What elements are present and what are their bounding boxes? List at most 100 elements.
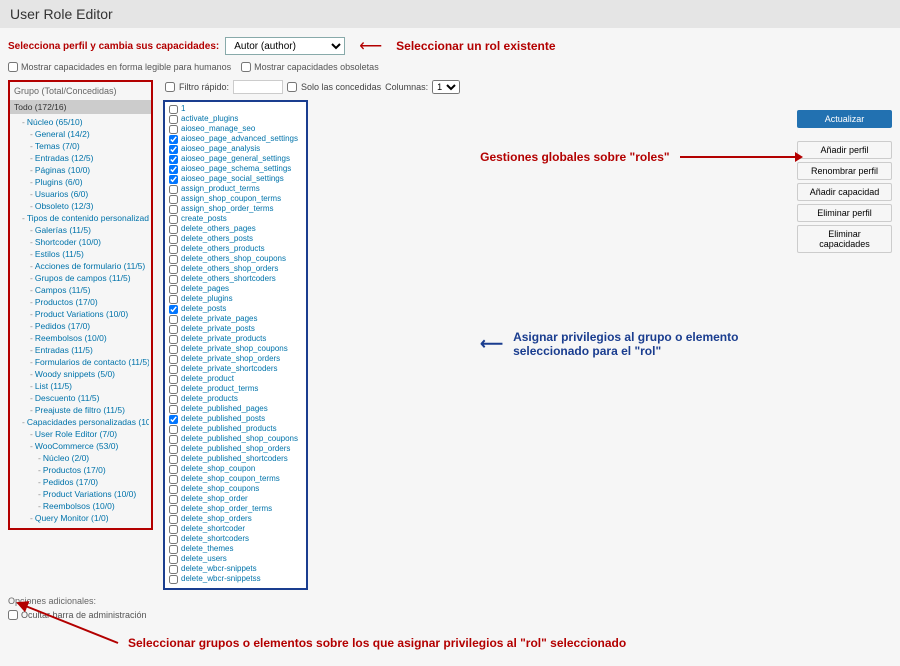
capability-row[interactable]: delete_products	[169, 394, 302, 404]
capability-row[interactable]: create_posts	[169, 214, 302, 224]
capability-checkbox[interactable]	[169, 435, 178, 444]
capability-row[interactable]: delete_product_terms	[169, 384, 302, 394]
group-item[interactable]: -Temas (7/0)	[14, 140, 149, 152]
group-item[interactable]: -Acciones de formulario (11/5)	[14, 260, 149, 272]
quick-filter-input[interactable]	[233, 80, 283, 94]
capability-row[interactable]: delete_plugins	[169, 294, 302, 304]
capability-row[interactable]: delete_product	[169, 374, 302, 384]
capability-row[interactable]: delete_private_shop_orders	[169, 354, 302, 364]
capability-row[interactable]: activate_plugins	[169, 114, 302, 124]
hide-admin-bar-toggle[interactable]: Ocultar barra de administración	[8, 610, 892, 620]
group-item[interactable]: -Productos (17/0)	[14, 296, 149, 308]
group-item[interactable]: -Plugins (6/0)	[14, 176, 149, 188]
group-item[interactable]: -Grupos de campos (11/5)	[14, 272, 149, 284]
capability-row[interactable]: delete_published_shop_coupons	[169, 434, 302, 444]
capability-row[interactable]: delete_others_products	[169, 244, 302, 254]
capability-row[interactable]: delete_shortcoders	[169, 534, 302, 544]
capability-checkbox[interactable]	[169, 265, 178, 274]
capability-row[interactable]: delete_private_pages	[169, 314, 302, 324]
group-item[interactable]: -Preajuste de filtro (11/5)	[14, 404, 149, 416]
capability-row[interactable]: delete_shop_coupon	[169, 464, 302, 474]
group-item[interactable]: -Núcleo (65/10)	[14, 116, 149, 128]
capability-checkbox[interactable]	[169, 285, 178, 294]
capability-checkbox[interactable]	[169, 315, 178, 324]
delete-role-button[interactable]: Eliminar perfil	[797, 204, 892, 222]
add-cap-button[interactable]: Añadir capacidad	[797, 183, 892, 201]
capability-row[interactable]: delete_published_shortcoders	[169, 454, 302, 464]
group-item[interactable]: -WooCommerce (53/0)	[14, 440, 149, 452]
capability-row[interactable]: assign_product_terms	[169, 184, 302, 194]
group-item[interactable]: -Usuarios (6/0)	[14, 188, 149, 200]
capability-checkbox[interactable]	[169, 385, 178, 394]
group-item[interactable]: -Tipos de contenido personalizados (53/5…	[14, 212, 149, 224]
group-item[interactable]: -Product Variations (10/0)	[14, 488, 149, 500]
only-granted-toggle[interactable]	[287, 82, 297, 92]
capability-row[interactable]: aioseo_page_general_settings	[169, 154, 302, 164]
capability-row[interactable]: delete_shop_order_terms	[169, 504, 302, 514]
group-item[interactable]: -Productos (17/0)	[14, 464, 149, 476]
capability-checkbox[interactable]	[169, 495, 178, 504]
group-item[interactable]: -Product Variations (10/0)	[14, 308, 149, 320]
capability-checkbox[interactable]	[169, 185, 178, 194]
capability-checkbox[interactable]	[169, 395, 178, 404]
group-item[interactable]: -Pedidos (17/0)	[14, 320, 149, 332]
group-item[interactable]: -Entradas (12/5)	[14, 152, 149, 164]
capability-row[interactable]: delete_shop_coupon_terms	[169, 474, 302, 484]
capability-row[interactable]: delete_private_shortcoders	[169, 364, 302, 374]
capability-row[interactable]: aioseo_page_schema_settings	[169, 164, 302, 174]
group-item[interactable]: -Galerías (11/5)	[14, 224, 149, 236]
capability-checkbox[interactable]	[169, 215, 178, 224]
capability-row[interactable]: aioseo_manage_seo	[169, 124, 302, 134]
capability-row[interactable]: assign_shop_order_terms	[169, 204, 302, 214]
group-item[interactable]: -Woody snippets (5/0)	[14, 368, 149, 380]
capability-checkbox[interactable]	[169, 105, 178, 114]
add-role-button[interactable]: Añadir perfil	[797, 141, 892, 159]
group-item[interactable]: -Formularios de contacto (11/5)	[14, 356, 149, 368]
capability-checkbox[interactable]	[169, 405, 178, 414]
capability-checkbox[interactable]	[169, 555, 178, 564]
group-item[interactable]: -Entradas (11/5)	[14, 344, 149, 356]
capability-row[interactable]: delete_others_pages	[169, 224, 302, 234]
capability-row[interactable]: delete_others_posts	[169, 234, 302, 244]
columns-select[interactable]: 1	[432, 80, 460, 94]
capability-checkbox[interactable]	[169, 525, 178, 534]
capability-checkbox[interactable]	[169, 295, 178, 304]
capability-checkbox[interactable]	[169, 415, 178, 424]
capability-row[interactable]: delete_wbcr-snippetss	[169, 574, 302, 584]
capability-row[interactable]: delete_shop_orders	[169, 514, 302, 524]
capability-checkbox[interactable]	[169, 155, 178, 164]
capability-row[interactable]: delete_private_posts	[169, 324, 302, 334]
capability-row[interactable]: delete_published_posts	[169, 414, 302, 424]
capability-row[interactable]: 1	[169, 104, 302, 114]
capability-checkbox[interactable]	[169, 175, 178, 184]
capability-row[interactable]: delete_themes	[169, 544, 302, 554]
delete-caps-button[interactable]: Eliminar capacidades	[797, 225, 892, 253]
capability-row[interactable]: assign_shop_coupon_terms	[169, 194, 302, 204]
group-item[interactable]: -Campos (11/5)	[14, 284, 149, 296]
capability-checkbox[interactable]	[169, 455, 178, 464]
group-item[interactable]: -List (11/5)	[14, 380, 149, 392]
capability-row[interactable]: delete_posts	[169, 304, 302, 314]
capability-checkbox[interactable]	[169, 305, 178, 314]
capability-row[interactable]: aioseo_page_advanced_settings	[169, 134, 302, 144]
group-item[interactable]: -Query Monitor (1/0)	[14, 512, 149, 524]
capability-checkbox[interactable]	[169, 465, 178, 474]
capability-checkbox[interactable]	[169, 475, 178, 484]
group-item[interactable]: -Reembolsos (10/0)	[14, 332, 149, 344]
update-button[interactable]: Actualizar	[797, 110, 892, 128]
capability-checkbox[interactable]	[169, 565, 178, 574]
capability-checkbox[interactable]	[169, 425, 178, 434]
group-item[interactable]: -Shortcoder (10/0)	[14, 236, 149, 248]
capability-row[interactable]: delete_published_pages	[169, 404, 302, 414]
capability-row[interactable]: aioseo_page_social_settings	[169, 174, 302, 184]
capability-checkbox[interactable]	[169, 125, 178, 134]
capability-row[interactable]: delete_others_shop_orders	[169, 264, 302, 274]
group-item[interactable]: -Núcleo (2/0)	[14, 452, 149, 464]
group-item[interactable]: -General (14/2)	[14, 128, 149, 140]
capability-checkbox[interactable]	[169, 355, 178, 364]
capability-row[interactable]: delete_private_shop_coupons	[169, 344, 302, 354]
capability-checkbox[interactable]	[169, 485, 178, 494]
capability-checkbox[interactable]	[169, 515, 178, 524]
group-item[interactable]: -User Role Editor (7/0)	[14, 428, 149, 440]
role-select[interactable]: Autor (author)	[225, 37, 345, 55]
